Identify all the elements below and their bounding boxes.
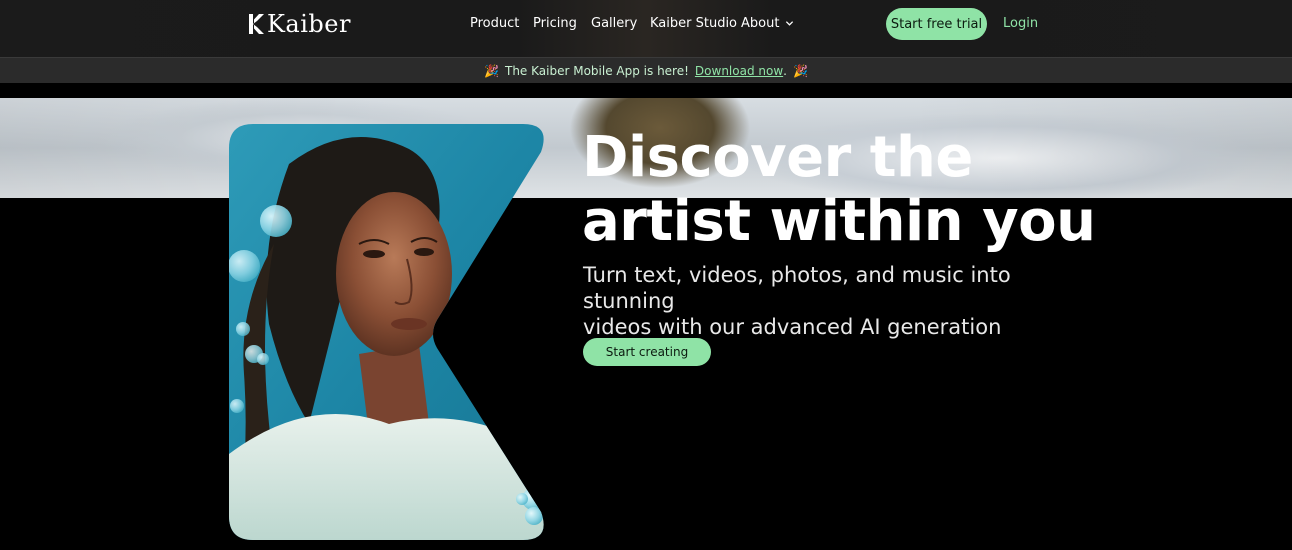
nav-item-kaiber-studio[interactable]: Kaiber Studio <box>650 16 737 31</box>
brand-name: Kaiber <box>267 10 351 38</box>
kaiber-logo[interactable]: Kaiber <box>247 10 351 38</box>
party-popper-icon: 🎉 <box>792 63 808 78</box>
announcement-suffix: . <box>783 63 787 78</box>
nav-item-gallery[interactable]: Gallery <box>591 16 637 31</box>
download-now-link[interactable]: Download now <box>695 64 783 78</box>
start-creating-button[interactable]: Start creating <box>583 338 711 366</box>
nav-item-pricing[interactable]: Pricing <box>533 16 577 31</box>
hero-headline: Discover the artist within you <box>582 126 1102 254</box>
hero-headline-line-2: artist within you <box>582 189 1096 254</box>
hero-portrait-image <box>229 124 544 540</box>
announcement-banner: 🎉 The Kaiber Mobile App is here! Downloa… <box>0 57 1292 83</box>
nav-item-product[interactable]: Product <box>470 16 519 31</box>
chevron-down-icon <box>786 21 794 26</box>
announcement-text: The Kaiber Mobile App is here! <box>505 63 689 78</box>
nav-item-about-label: About <box>741 16 780 31</box>
login-link[interactable]: Login <box>1003 16 1038 31</box>
nav-item-about[interactable]: About <box>741 16 794 31</box>
top-nav-bar: Kaiber Product Pricing Gallery Kaiber St… <box>0 0 1292 57</box>
start-free-trial-button[interactable]: Start free trial <box>886 8 987 40</box>
hero-headline-line-1: Discover the <box>582 125 973 190</box>
party-popper-icon: 🎉 <box>484 63 499 78</box>
hero-subtitle-line-1: Turn text, videos, photos, and music int… <box>583 263 1011 313</box>
kaiber-logo-icon <box>249 14 264 34</box>
